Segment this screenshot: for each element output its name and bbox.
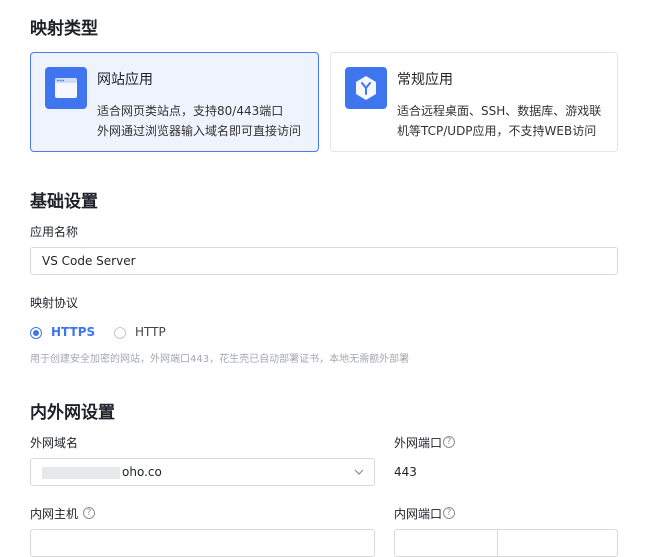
internal-host-input[interactable] [30,529,375,557]
internal-host-help-icon[interactable]: ? [83,507,95,519]
app-name-label: 应用名称 [30,225,79,239]
app-name-input[interactable]: VS Code Server [30,247,618,275]
protocol-label: 映射协议 [30,296,79,310]
radio-http[interactable] [114,327,126,339]
card-general-app[interactable]: 常规应用 适合远程桌面、SSH、数据库、游戏联 机等TCP/UDP应用，不支持W… [330,52,618,152]
radio-https[interactable] [30,327,42,339]
external-domain-label: 外网域名 [30,436,79,450]
port-divider [497,530,498,556]
external-port-value: 443 [394,465,417,479]
browser-window-icon [45,67,87,109]
internal-port-help-icon[interactable]: ? [443,507,455,519]
external-port-help-icon[interactable]: ? [443,436,455,448]
internal-port-label: 内网端口 [394,507,443,521]
hexagon-y-icon [345,67,387,109]
external-domain-select[interactable]: oho.co [30,458,375,486]
masked-domain-prefix [42,466,120,479]
chevron-down-icon [354,469,364,475]
radio-https-label[interactable]: HTTPS [51,325,95,339]
internal-port-input[interactable] [394,529,618,557]
card-general-desc: 适合远程桌面、SSH、数据库、游戏联 机等TCP/UDP应用，不支持WEB访问 [397,104,602,138]
internal-host-label: 内网主机 [30,507,79,521]
mapping-type-title: 映射类型 [30,19,98,39]
external-domain-suffix: oho.co [122,465,162,479]
card-website-app[interactable]: 网站应用 适合网页类站点，支持80/443端口 外网通过浏览器输入域名即可直接访… [30,52,319,152]
card-general-title: 常规应用 [397,72,453,88]
network-settings-title: 内外网设置 [30,403,115,423]
card-website-desc: 适合网页类站点，支持80/443端口 外网通过浏览器输入域名即可直接访问 [97,104,302,138]
external-port-label: 外网端口 [394,436,443,450]
radio-http-label[interactable]: HTTP [135,325,166,339]
card-website-title: 网站应用 [97,72,153,88]
basic-settings-title: 基础设置 [30,192,98,212]
protocol-hint: 用于创建安全加密的网站，外网端口443，花生壳已自动部署证书，本地无需额外部署 [30,354,410,365]
